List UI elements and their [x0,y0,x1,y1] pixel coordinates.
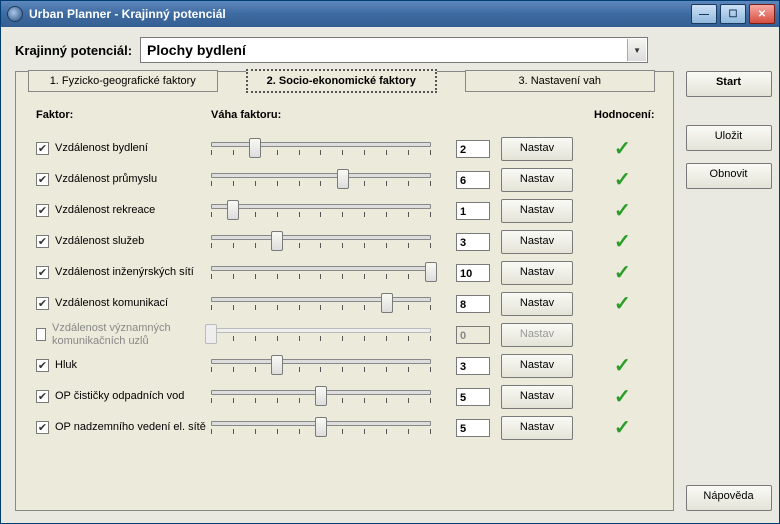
start-button[interactable]: Start [686,71,772,97]
factor-checkbox[interactable]: ✔ [36,421,49,434]
factor-row: ✔ Vzdálenost průmyslu 6 Nastav ✓ [34,164,655,195]
refresh-button[interactable]: Obnovit [686,163,772,189]
factor-name: OP nadzemního vedení el. sítě [55,421,206,433]
factor-checkbox[interactable]: ✔ [36,173,49,186]
factor-checkbox[interactable]: ✔ [36,390,49,403]
main-window: Urban Planner - Krajinný potenciál — ☐ ✕… [0,0,780,524]
factor-row: ✔ Hluk 3 Nastav ✓ [34,350,655,381]
factor-checkbox[interactable]: ✔ [36,235,49,248]
check-icon: ✓ [614,200,631,222]
factor-name: Vzdálenost průmyslu [55,173,157,185]
weight-value[interactable]: 8 [456,295,490,313]
factor-row: ✔ OP čističky odpadních vod 5 Nastav ✓ [34,381,655,412]
factor-checkbox[interactable] [36,328,46,341]
factor-name: Vzdálenost významných komunikačních uzlů [52,322,211,346]
check-icon: ✓ [614,231,631,253]
set-button[interactable]: Nastav [501,230,573,254]
weight-slider[interactable] [211,354,431,378]
factor-name: Vzdálenost komunikací [55,297,168,309]
set-button: Nastav [501,323,573,347]
weight-slider[interactable] [211,137,431,161]
potential-combo[interactable]: Plochy bydlení ▼ [140,37,648,63]
set-button[interactable]: Nastav [501,137,573,161]
factor-row: ✔ Vzdálenost bydlení 2 Nastav ✓ [34,133,655,164]
set-button[interactable]: Nastav [501,416,573,440]
maximize-button[interactable]: ☐ [720,4,746,24]
factor-row: ✔ Vzdálenost služeb 3 Nastav ✓ [34,226,655,257]
check-icon: ✓ [614,169,631,191]
weight-value[interactable]: 1 [456,202,490,220]
factor-name: Vzdálenost rekreace [55,204,155,216]
factor-name: OP čističky odpadních vod [55,390,184,402]
factor-row: ✔ Vzdálenost inženýrských sítí 10 Nastav ✓ [34,257,655,288]
factor-checkbox[interactable]: ✔ [36,142,49,155]
titlebar: Urban Planner - Krajinný potenciál — ☐ ✕ [1,1,779,27]
tab-physical[interactable]: 1. Fyzicko-geografické faktory [28,70,218,92]
tab-socio[interactable]: 2. Socio-ekonomické faktory [246,69,438,93]
header-rating: Hodnocení: [586,109,655,121]
factor-row: ✔ OP nadzemního vedení el. sítě 5 Nastav ✓ [34,412,655,443]
factor-name: Vzdálenost bydlení [55,142,148,154]
set-button[interactable]: Nastav [501,354,573,378]
factor-name: Vzdálenost služeb [55,235,144,247]
weight-slider[interactable] [211,416,431,440]
factor-row: ✔ Vzdálenost komunikací 8 Nastav ✓ [34,288,655,319]
weight-value[interactable]: 5 [456,419,490,437]
save-button[interactable]: Uložit [686,125,772,151]
factor-panel: 1. Fyzicko-geografické faktory 2. Socio-… [15,71,674,511]
weight-value[interactable]: 3 [456,233,490,251]
factor-checkbox[interactable]: ✔ [36,297,49,310]
factor-row: ✔ Vzdálenost rekreace 1 Nastav ✓ [34,195,655,226]
set-button[interactable]: Nastav [501,199,573,223]
weight-value[interactable]: 10 [456,264,490,282]
check-icon: ✓ [614,262,631,284]
weight-value: 0 [456,326,490,344]
set-button[interactable]: Nastav [501,292,573,316]
set-button[interactable]: Nastav [501,261,573,285]
check-icon: ✓ [614,355,631,377]
factor-checkbox[interactable]: ✔ [36,266,49,279]
check-icon: ✓ [614,386,631,408]
close-button[interactable]: ✕ [749,4,775,24]
weight-slider[interactable] [211,230,431,254]
chevron-down-icon: ▼ [627,39,646,61]
weight-slider[interactable] [211,199,431,223]
weight-slider[interactable] [211,385,431,409]
tab-weights[interactable]: 3. Nastavení vah [465,70,655,92]
help-button[interactable]: Nápověda [686,485,772,511]
window-title: Urban Planner - Krajinný potenciál [29,7,691,21]
weight-value[interactable]: 6 [456,171,490,189]
header-weight: Váha faktoru: [211,109,456,121]
header-factor: Faktor: [34,109,211,121]
combo-value: Plochy bydlení [147,42,246,58]
weight-value[interactable]: 5 [456,388,490,406]
check-icon: ✓ [614,138,631,160]
factor-checkbox[interactable]: ✔ [36,359,49,372]
weight-slider[interactable] [211,292,431,316]
weight-slider[interactable] [211,261,431,285]
factor-name: Vzdálenost inženýrských sítí [55,266,194,278]
set-button[interactable]: Nastav [501,385,573,409]
weight-slider[interactable] [211,168,431,192]
check-icon: ✓ [614,293,631,315]
app-icon [7,6,23,22]
weight-value[interactable]: 2 [456,140,490,158]
check-icon: ✓ [614,417,631,439]
weight-value[interactable]: 3 [456,357,490,375]
set-button[interactable]: Nastav [501,168,573,192]
factor-name: Hluk [55,359,77,371]
factor-row: Vzdálenost významných komunikačních uzlů… [34,319,655,350]
combo-label: Krajinný potenciál: [15,43,132,58]
minimize-button[interactable]: — [691,4,717,24]
factor-checkbox[interactable]: ✔ [36,204,49,217]
weight-slider [211,323,431,347]
